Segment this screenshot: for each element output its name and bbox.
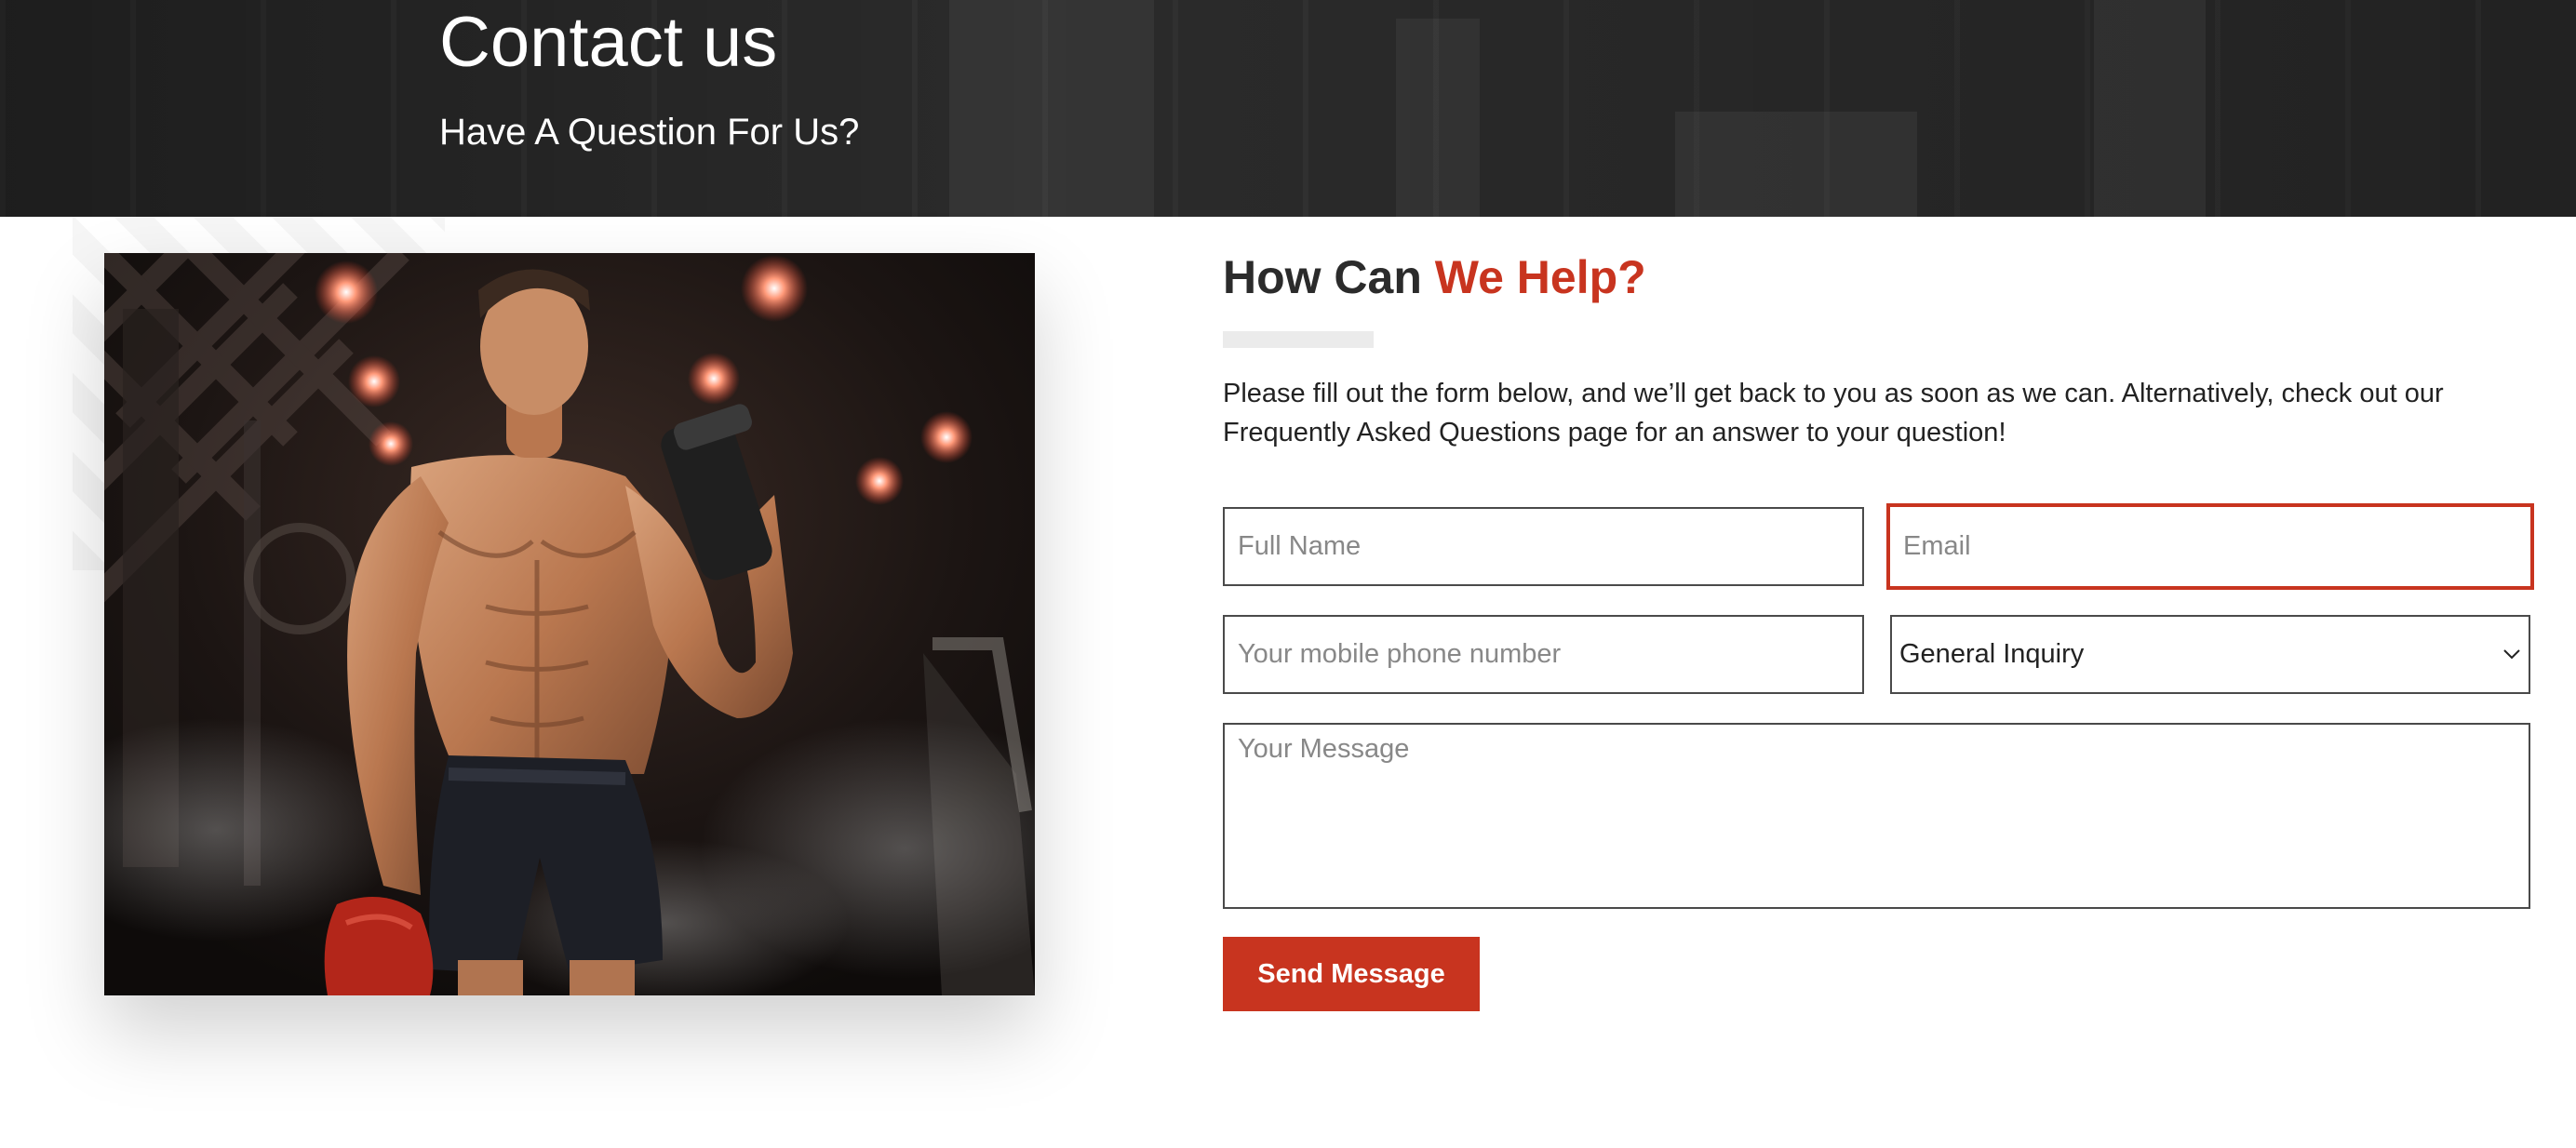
send-message-button[interactable]: Send Message [1223, 937, 1480, 1011]
chevron-down-icon [2503, 649, 2520, 660]
inquiry-type-selected: General Inquiry [1899, 639, 2085, 669]
section-title-prefix: How Can [1223, 251, 1435, 303]
phone-input[interactable] [1223, 615, 1864, 694]
form-intro-text: Please fill out the form below, and we’l… [1223, 379, 2444, 447]
page-hero: Contact us Have A Question For Us? [0, 0, 2576, 217]
email-input[interactable] [1886, 503, 2534, 590]
title-underline-bar [1223, 331, 1374, 348]
hero-bg-detail [2094, 0, 2206, 217]
full-name-input[interactable] [1223, 507, 1864, 586]
section-title: How Can We Help? [1223, 247, 1646, 307]
page-subtitle: Have A Question For Us? [439, 112, 860, 153]
inquiry-type-select[interactable]: General Inquiry [1890, 615, 2530, 694]
fitness-model-photo [104, 253, 1035, 995]
page-title: Contact us [439, 3, 778, 82]
hero-bg-detail [1675, 112, 1917, 217]
hero-bg-detail [1396, 19, 1480, 217]
section-title-accent: We Help? [1434, 251, 1646, 303]
hero-bg-detail [949, 0, 1154, 217]
message-textarea[interactable] [1223, 723, 2530, 909]
